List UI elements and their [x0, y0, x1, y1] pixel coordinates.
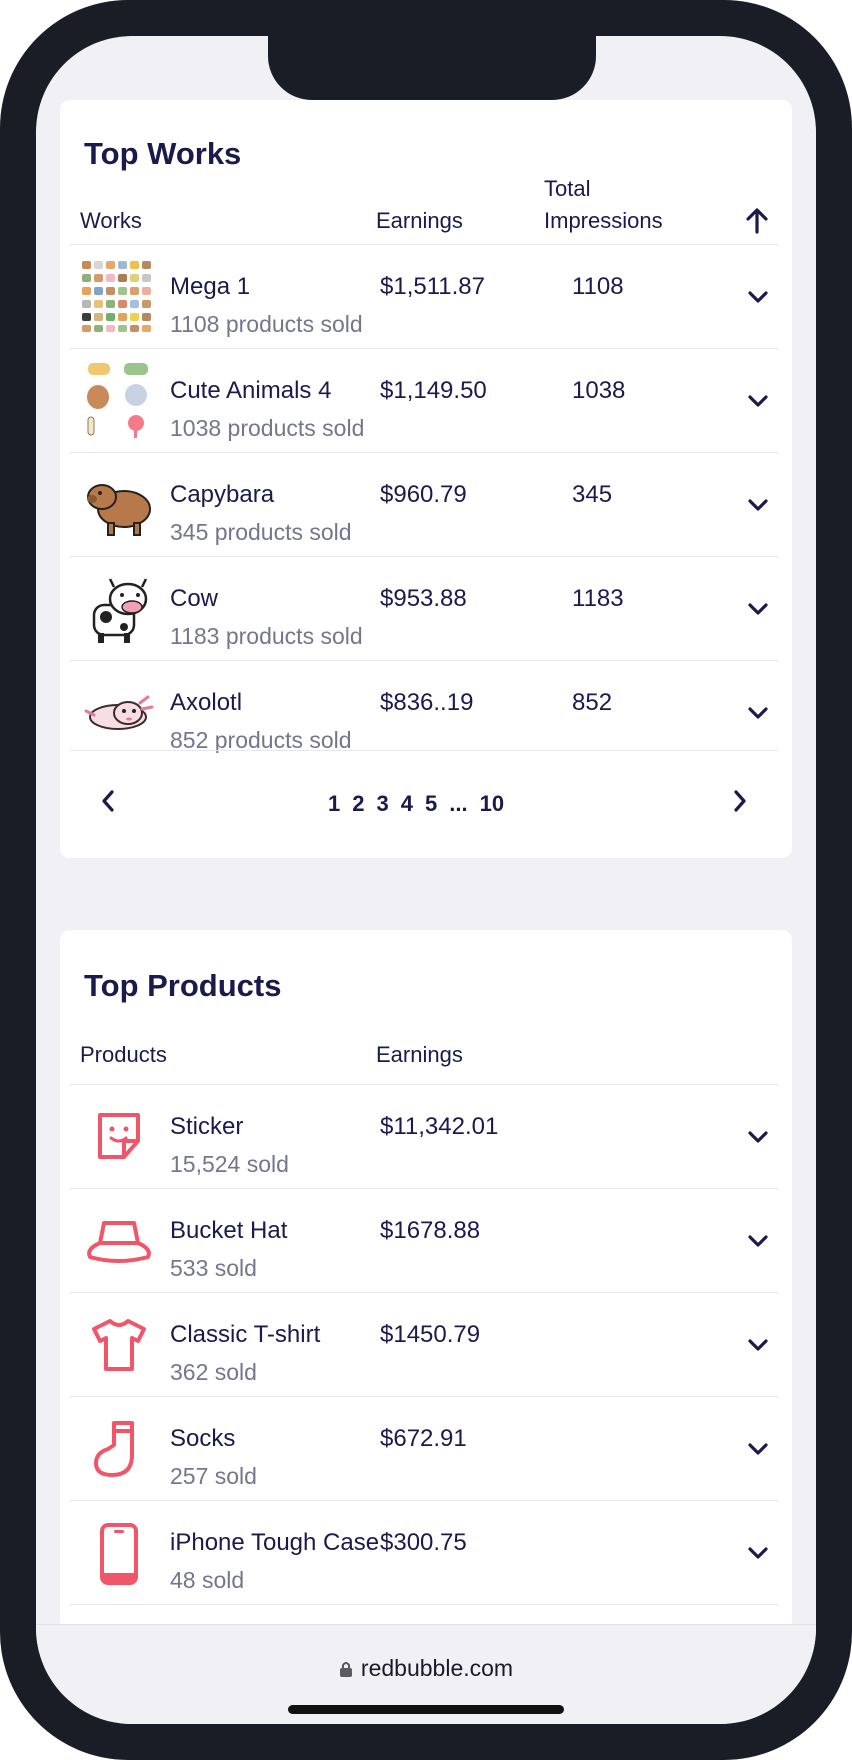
capybara-thumbnail	[87, 484, 151, 536]
notch	[268, 36, 596, 100]
earnings-column-header: Earnings	[376, 208, 463, 233]
chevron-left-icon[interactable]	[100, 789, 116, 813]
url-text: redbubble.com	[360, 1655, 514, 1681]
chevron-down-icon[interactable]	[744, 1229, 772, 1253]
product-sold-count: 257 sold	[170, 1463, 257, 1489]
work-products-sold: 1038 products sold	[170, 415, 365, 441]
products-list: Sticker 15,524 sold $11,342.01 Bucket Ha…	[70, 1084, 778, 1614]
works-row-capybara[interactable]: Capybara 345 products sold $960.79 345	[70, 452, 778, 556]
work-earnings: $953.88	[380, 585, 467, 612]
product-title: Socks	[170, 1425, 236, 1452]
animals-thumbnail	[87, 363, 148, 438]
work-title: Capybara	[170, 481, 275, 508]
chevron-down-icon[interactable]	[744, 1125, 772, 1149]
sticker-grid-thumbnail	[82, 261, 151, 332]
page-2-link[interactable]: 2	[352, 791, 364, 817]
page-ellipsis: ...	[449, 791, 468, 816]
impressions-header-line2[interactable]: Impressions	[544, 208, 663, 234]
lock-icon	[339, 1662, 352, 1677]
work-impressions: 1038	[572, 377, 626, 404]
product-sold-count: 15,524 sold	[170, 1151, 289, 1177]
work-title: Cow	[170, 585, 219, 612]
product-sold-count: 362 sold	[170, 1359, 257, 1385]
bucket-hat-icon	[87, 1221, 151, 1263]
work-products-sold: 345 products sold	[170, 519, 352, 545]
products-row-divider	[70, 1604, 778, 1614]
work-earnings: $836..19	[380, 689, 474, 716]
products-row-socks[interactable]: Socks 257 sold $672.91	[70, 1396, 778, 1500]
product-title: iPhone Tough Case	[170, 1529, 380, 1556]
work-earnings: $960.79	[380, 481, 467, 508]
top-products-title: Top Products	[84, 968, 282, 1003]
phone-frame: Top Works Works Earnings Total Impressio…	[0, 0, 852, 1760]
product-earnings: $300.75	[380, 1529, 467, 1556]
products-row-sticker[interactable]: Sticker 15,524 sold $11,342.01	[70, 1084, 778, 1188]
home-indicator[interactable]	[288, 1705, 564, 1714]
earnings-column-header: Earnings	[376, 1042, 463, 1067]
work-impressions: 1183	[572, 585, 624, 612]
works-row-axolotl[interactable]: Axolotl 852 products sold $836..19 852	[70, 660, 778, 764]
work-impressions: 852	[572, 689, 613, 716]
works-row-cow[interactable]: Cow 1183 products sold $953.88 1183	[70, 556, 778, 660]
browser-bottom-bar: redbubble.com	[36, 1624, 816, 1724]
sock-icon	[94, 1421, 134, 1477]
product-title: Classic T-shirt	[170, 1321, 321, 1348]
chevron-down-icon[interactable]	[744, 285, 772, 309]
phone-case-icon	[100, 1523, 138, 1585]
page-3-link[interactable]: 3	[377, 791, 389, 817]
chevron-down-icon[interactable]	[744, 389, 772, 413]
page-10-link[interactable]: 10	[480, 791, 504, 817]
work-impressions: 345	[572, 481, 613, 508]
chevron-down-icon[interactable]	[744, 701, 772, 725]
page-numbers: 1 2 3 4 5 ... 10	[328, 791, 504, 817]
chevron-right-icon[interactable]	[732, 789, 748, 813]
chevron-down-icon[interactable]	[744, 1333, 772, 1357]
product-earnings: $1450.79	[380, 1321, 481, 1348]
arrow-up-icon[interactable]	[746, 208, 768, 234]
sticker-icon	[98, 1113, 140, 1159]
product-sold-count: 533 sold	[170, 1255, 257, 1281]
products-row-classic-tshirt[interactable]: Classic T-shirt 362 sold $1450.79	[70, 1292, 778, 1396]
product-title: Sticker	[170, 1113, 244, 1140]
products-row-iphone-tough-case[interactable]: iPhone Tough Case 48 sold $300.75	[70, 1500, 778, 1604]
page-5-link[interactable]: 5	[425, 791, 437, 817]
impressions-header-line1[interactable]: Total	[544, 176, 590, 202]
works-column-header: Works	[80, 208, 142, 233]
tshirt-icon	[92, 1319, 146, 1371]
product-earnings: $1678.88	[380, 1217, 481, 1244]
product-earnings: $11,342.01	[380, 1113, 499, 1140]
works-pagination: 1 2 3 4 5 ... 10	[70, 750, 778, 840]
work-title: Cute Animals 4	[170, 377, 332, 404]
product-earnings: $672.91	[380, 1425, 467, 1452]
works-row-mega-1[interactable]: Mega 1 1108 products sold $1,511.87 1108	[70, 244, 778, 348]
works-row-cute-animals-4[interactable]: Cute Animals 4 1038 products sold $1,149…	[70, 348, 778, 452]
products-row-bucket-hat[interactable]: Bucket Hat 533 sold $1678.88	[70, 1188, 778, 1292]
work-title: Axolotl	[170, 689, 243, 716]
page-content: Top Works Works Earnings Total Impressio…	[36, 36, 816, 1624]
work-products-sold: 1108 products sold	[170, 311, 363, 337]
axolotl-thumbnail	[84, 695, 154, 730]
work-earnings: $1,149.50	[380, 377, 487, 404]
chevron-down-icon[interactable]	[744, 493, 772, 517]
chevron-down-icon[interactable]	[744, 597, 772, 621]
phone-screen: Top Works Works Earnings Total Impressio…	[36, 36, 816, 1724]
work-products-sold: 1183 products sold	[170, 623, 363, 649]
chevron-down-icon[interactable]	[744, 1437, 772, 1461]
products-column-header: Products	[80, 1042, 167, 1067]
cow-thumbnail	[92, 578, 148, 643]
work-title: Mega 1	[170, 273, 251, 300]
work-earnings: $1,511.87	[380, 273, 485, 300]
product-title: Bucket Hat	[170, 1217, 288, 1244]
product-sold-count: 48 sold	[170, 1567, 245, 1593]
work-impressions: 1108	[572, 273, 624, 300]
works-list: Mega 1 1108 products sold $1,511.87 1108	[70, 244, 778, 764]
address-bar[interactable]: redbubble.com	[36, 1655, 816, 1682]
top-works-title: Top Works	[84, 136, 242, 171]
top-products-card: Top Products Products Earnings Sticker 1…	[60, 930, 792, 1624]
page-4-link[interactable]: 4	[401, 791, 413, 817]
chevron-down-icon[interactable]	[744, 1541, 772, 1565]
page-1-link[interactable]: 1	[328, 791, 340, 817]
top-works-card: Top Works Works Earnings Total Impressio…	[60, 100, 792, 858]
